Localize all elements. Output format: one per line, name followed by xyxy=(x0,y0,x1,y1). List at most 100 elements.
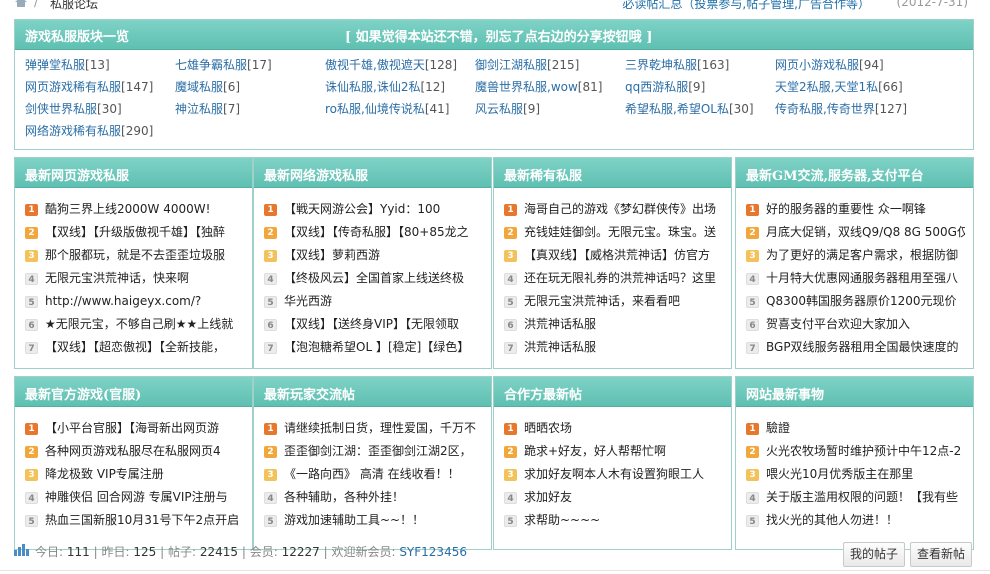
thread-item[interactable]: 2 各种网页游戏私服尽在私服网页4 xyxy=(25,440,244,463)
thread-item[interactable]: 5 找火光的其他人勿进！！ xyxy=(746,509,965,532)
thread-item[interactable]: 3 《一路向西》 高清 在线收看！！ xyxy=(264,463,483,486)
thread-item[interactable]: 4 关于版主滥用权限的问题！【我有些 xyxy=(746,486,965,509)
thread-item[interactable]: 1 请继续抵制日货，理性爱国，千万不 xyxy=(264,417,483,440)
thread-item[interactable]: 6 【双线】【送终身VIP】【无限领取 xyxy=(264,313,483,336)
forum-link[interactable]: 传奇私服,传奇世界[127] xyxy=(775,100,907,117)
view-new-posts-button[interactable]: 查看新帖 xyxy=(910,542,973,567)
rank-badge: 5 xyxy=(504,296,517,308)
thread-item[interactable]: 3 【双线】萝莉西游 xyxy=(264,244,483,267)
thread-list: 1 【戦天网游公会】Yyid：100 2 【双线】【传奇私服】【80+85龙之 3 【双线… xyxy=(254,188,491,359)
thread-item[interactable]: 3 喂火光10月优秀版主在那里 xyxy=(746,463,965,486)
thread-item[interactable]: 5 求帮助~~~~ xyxy=(504,509,723,532)
thread-item[interactable]: 6 贺喜支付平台欢迎大家加入 xyxy=(746,313,965,336)
thread-item[interactable]: 5 http://www.haigeyx.com/? xyxy=(25,290,244,313)
thread-item[interactable]: 4 无限元宝洪荒神话，快来啊 xyxy=(25,267,244,290)
thread-title: 【双线】【超恋傲视】【全新技能， xyxy=(45,340,226,354)
thread-item[interactable]: 1 海哥自己的游戏《梦幻群侠传》出场 xyxy=(504,198,723,221)
breadcrumb: / 私服论坛 必读帖汇总（投票参与,帖子管理,广告合作等） (2012-7-31… xyxy=(0,0,990,11)
thread-item[interactable]: 3 为了更好的满足客户需求，根据防御 xyxy=(746,244,965,267)
thread-box-title[interactable]: 网站最新事物 xyxy=(736,377,973,407)
rank-badge: 5 xyxy=(746,296,759,308)
forum-link[interactable]: 剑侠世界私服[30] xyxy=(25,100,122,117)
thread-box-title[interactable]: 最新网页游戏私服 xyxy=(15,158,252,188)
thread-item[interactable]: 5 Q8300韩国服务器原价1200元现价 xyxy=(746,290,965,313)
rank-badge: 2 xyxy=(746,446,759,458)
thread-title: 关于版主滥用权限的问题！【我有些 xyxy=(766,490,959,504)
thread-box-title[interactable]: 最新稀有私服 xyxy=(494,158,731,188)
forum-link[interactable]: 神泣私服[7] xyxy=(175,100,240,117)
forum-name: 御剑江湖私服 xyxy=(475,58,548,72)
forum-link[interactable]: 魔域私服[6] xyxy=(175,78,240,95)
forum-link[interactable]: qq西游私服[9] xyxy=(625,78,705,95)
forum-link[interactable]: 诛仙私服,诛仙2私[12] xyxy=(325,78,445,95)
thread-item[interactable]: 7 【双线】【超恋傲视】【全新技能， xyxy=(25,336,244,359)
thread-item[interactable]: 7 BGP双线服务器租用全国最快速度的 xyxy=(746,336,965,359)
thread-box-title[interactable]: 最新GM交流,服务器,支付平台 xyxy=(736,158,973,188)
forum-link[interactable]: ro私服,仙境传说私[41] xyxy=(325,100,449,117)
thread-item[interactable]: 2 火光农牧场暂时维护预计中午12点-2 xyxy=(746,440,965,463)
thread-item[interactable]: 5 热血三国新服10月31号下午2点开启 xyxy=(25,509,244,532)
forum-link[interactable]: 风云私服[9] xyxy=(475,100,540,117)
forum-name: 希望私服,希望OL私 xyxy=(625,102,729,116)
thread-box-title[interactable]: 合作方最新帖 xyxy=(494,377,731,407)
thread-item[interactable]: 2 月底大促销，双线Q9/Q8 8G 500G仅 xyxy=(746,221,965,244)
forum-link[interactable]: 三界乾坤私服[163] xyxy=(625,56,729,73)
thread-item[interactable]: 1 驗證 xyxy=(746,417,965,440)
thread-item[interactable]: 6 ★无限元宝，不够自己刷★★上线就 xyxy=(25,313,244,336)
thread-item[interactable]: 1 好的服务器的重要性 众一啊锋 xyxy=(746,198,965,221)
thread-item[interactable]: 2 歪歪御剑江湖：歪歪御剑江湖2区， xyxy=(264,440,483,463)
thread-item[interactable]: 4 神雕侠侣 回合网游 专属VIP注册与 xyxy=(25,486,244,509)
thread-item[interactable]: 4 【终极风云】全国首家上线送终极 xyxy=(264,267,483,290)
thread-item[interactable]: 4 还在玩无限礼券的洪荒神话吗？这里 xyxy=(504,267,723,290)
thread-item[interactable]: 3 那个服都玩，就是不去歪歪垃圾服 xyxy=(25,244,244,267)
thread-item[interactable]: 5 无限元宝洪荒神话，来看看吧 xyxy=(504,290,723,313)
thread-item[interactable]: 1 酷狗三界上线2000W 4000W! xyxy=(25,198,244,221)
thread-item[interactable]: 3 求加好友啊本人木有设置狗眼工人 xyxy=(504,463,723,486)
thread-item[interactable]: 4 各种辅助，各种外挂！ xyxy=(264,486,483,509)
forum-link[interactable]: 网页小游戏私服[94] xyxy=(775,56,884,73)
forum-link[interactable]: 傲视千雄,傲视遮天[128] xyxy=(325,56,457,73)
thread-item[interactable]: 1 晒晒农场 xyxy=(504,417,723,440)
thread-item[interactable]: 7 洪荒神话私服 xyxy=(504,336,723,359)
thread-box-title[interactable]: 最新玩家交流帖 xyxy=(254,377,491,407)
thread-box-title[interactable]: 最新网络游戏私服 xyxy=(254,158,491,188)
thread-item[interactable]: 3 【真双线】【威格洪荒神话】仿官方 xyxy=(504,244,723,267)
thread-item[interactable]: 2 充钱娃娃御剑。无限元宝。珠宝。送 xyxy=(504,221,723,244)
thread-box-title[interactable]: 最新官方游戏(官服) xyxy=(15,377,252,407)
thread-item[interactable]: 2 跪求+好友，好人帮帮忙啊 xyxy=(504,440,723,463)
thread-item[interactable]: 6 洪荒神话私服 xyxy=(504,313,723,336)
forum-link[interactable]: 希望私服,希望OL私[30] xyxy=(625,100,754,117)
forum-link[interactable]: 七雄争霸私服[17] xyxy=(175,56,272,73)
forum-name: 诛仙私服,诛仙2私 xyxy=(325,80,421,94)
rank-badge: 2 xyxy=(746,227,759,239)
panel-title: 游戏私服版块一览 xyxy=(25,30,130,45)
thread-item[interactable]: 2 【双线】【升级版傲视千雄】【独醉 xyxy=(25,221,244,244)
thread-item[interactable]: 3 降龙极致 VIP专属注册 xyxy=(25,463,244,486)
thread-item[interactable]: 1 【戦天网游公会】Yyid：100 xyxy=(264,198,483,221)
new-member-link[interactable]: SYF123456 xyxy=(399,545,467,559)
notice-link[interactable]: 必读帖汇总（投票参与,帖子管理,广告合作等） xyxy=(622,0,870,12)
forum-link[interactable]: 魔兽世界私服,wow[81] xyxy=(475,78,602,95)
my-posts-button[interactable]: 我的帖子 xyxy=(843,542,906,567)
forum-link[interactable]: 天堂2私服,天堂1私[66] xyxy=(775,78,903,95)
thread-item[interactable]: 4 求加好友 xyxy=(504,486,723,509)
thread-item[interactable]: 7 【泡泡糖希望OL 】[稳定]【绿色】 xyxy=(264,336,483,359)
thread-item[interactable]: 2 【双线】【传奇私服】【80+85龙之 xyxy=(264,221,483,244)
forum-link[interactable]: 网络游戏稀有私服[290] xyxy=(25,122,153,139)
thread-title: 月底大促销，双线Q9/Q8 8G 500G仅 xyxy=(766,225,965,239)
thread-item[interactable]: 4 十月特大优惠网通服务器租用至强八 xyxy=(746,267,965,290)
rank-badge: 2 xyxy=(504,227,517,239)
thread-title: 跪求+好友，好人帮帮忙啊 xyxy=(524,444,667,458)
thread-item[interactable]: 5 游戏加速辅助工具~~！！ xyxy=(264,509,483,532)
breadcrumb-current[interactable]: 私服论坛 xyxy=(50,0,98,12)
forum-link[interactable]: 御剑江湖私服[215] xyxy=(475,56,579,73)
welcome-label: 欢迎新会员: xyxy=(331,545,396,559)
thread-item[interactable]: 5 华光西游 xyxy=(264,290,483,313)
thread-list: 1 酷狗三界上线2000W 4000W! 2 【双线】【升级版傲视千雄】【独醉 3 那个服… xyxy=(15,188,252,359)
forum-link[interactable]: 弹弹堂私服[13] xyxy=(25,56,110,73)
home-icon[interactable] xyxy=(14,0,28,8)
thread-title: 【泡泡糖希望OL 】[稳定]【绿色】 xyxy=(284,340,470,354)
rank-badge: 4 xyxy=(25,492,38,504)
thread-item[interactable]: 1 【小平台官服】【海哥新出网页游 xyxy=(25,417,244,440)
forum-link[interactable]: 网页游戏稀有私服[147] xyxy=(25,78,153,95)
